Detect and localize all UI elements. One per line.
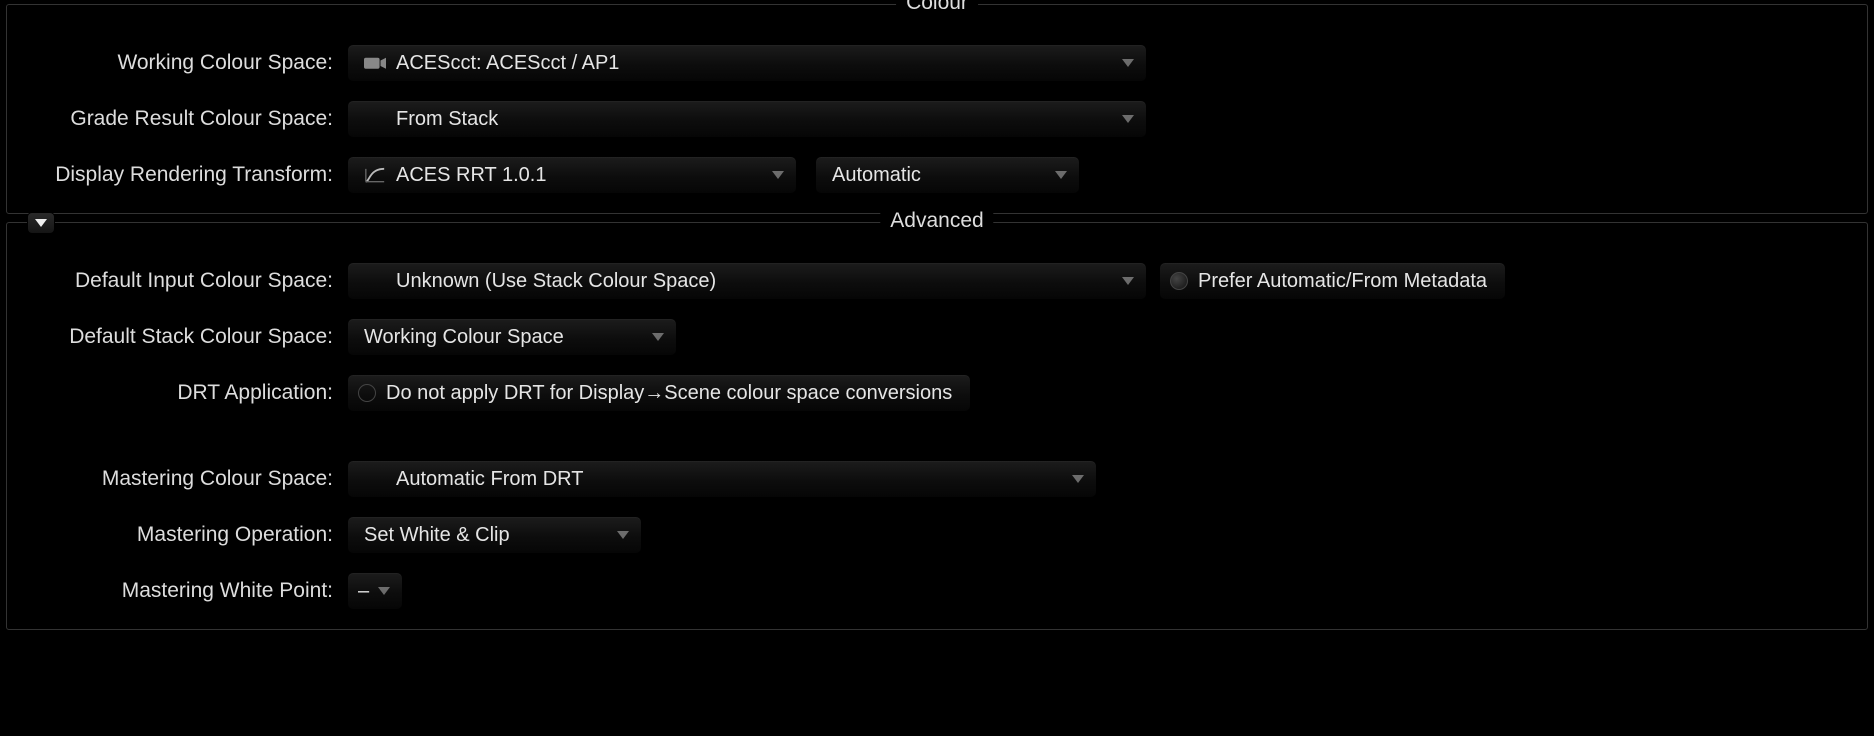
radio-icon — [358, 384, 376, 402]
colour-section: Colour Working Colour Space: ACEScct: AC… — [6, 4, 1868, 214]
grade-result-label: Grade Result Colour Space: — [7, 107, 347, 131]
row-default-stack: Default Stack Colour Space: Working Colo… — [7, 309, 1867, 365]
prefer-automatic-label: Prefer Automatic/From Metadata — [1198, 270, 1487, 293]
row-mastering-operation: Mastering Operation: Set White & Clip — [7, 507, 1867, 563]
chevron-down-icon — [1055, 171, 1067, 179]
mastering-operation-dropdown[interactable]: Set White & Clip — [347, 516, 642, 554]
drt-mode-dropdown[interactable]: Automatic — [815, 156, 1080, 194]
grade-result-value: From Stack — [396, 108, 1106, 131]
row-grade-result: Grade Result Colour Space: From Stack — [7, 91, 1867, 147]
mastering-colour-space-dropdown[interactable]: Automatic From DRT — [347, 460, 1097, 498]
default-input-label: Default Input Colour Space: — [7, 269, 347, 293]
advanced-legend: Advanced — [880, 209, 993, 233]
mastering-colour-space-value: Automatic From DRT — [396, 468, 1056, 491]
drt-application-label: DRT Application: — [7, 381, 347, 405]
chevron-down-icon — [1122, 115, 1134, 123]
row-display-rendering-transform: Display Rendering Transform: ACES RRT 1.… — [7, 147, 1867, 203]
row-default-input: Default Input Colour Space: Unknown (Use… — [7, 253, 1867, 309]
chevron-down-icon — [617, 531, 629, 539]
mastering-white-point-value: – — [358, 580, 374, 603]
chevron-down-icon — [772, 171, 784, 179]
mastering-colour-space-label: Mastering Colour Space: — [7, 467, 347, 491]
row-mastering-white-point: Mastering White Point: – — [7, 563, 1867, 619]
curve-icon — [364, 166, 386, 184]
mastering-operation-label: Mastering Operation: — [7, 523, 347, 547]
advanced-collapse-toggle[interactable] — [27, 212, 55, 234]
default-stack-dropdown[interactable]: Working Colour Space — [347, 318, 677, 356]
row-working-colour-space: Working Colour Space: ACEScct: ACEScct /… — [7, 35, 1867, 91]
row-mastering-colour-space: Mastering Colour Space: Automatic From D… — [7, 451, 1867, 507]
chevron-down-icon — [652, 333, 664, 341]
working-colour-space-value: ACEScct: ACEScct / AP1 — [396, 52, 1106, 75]
working-colour-space-label: Working Colour Space: — [7, 51, 347, 75]
chevron-down-icon — [378, 587, 390, 595]
chevron-down-icon — [35, 219, 47, 227]
colour-legend: Colour — [896, 0, 978, 15]
spacer-icon — [364, 110, 386, 128]
chevron-down-icon — [1122, 277, 1134, 285]
mastering-white-point-dropdown[interactable]: – — [347, 572, 403, 610]
grade-result-dropdown[interactable]: From Stack — [347, 100, 1147, 138]
camera-icon — [364, 54, 386, 72]
default-stack-label: Default Stack Colour Space: — [7, 325, 347, 349]
drt-application-toggle[interactable]: Do not apply DRT for Display→Scene colou… — [347, 374, 971, 412]
working-colour-space-dropdown[interactable]: ACEScct: ACEScct / AP1 — [347, 44, 1147, 82]
drt-dropdown[interactable]: ACES RRT 1.0.1 — [347, 156, 797, 194]
radio-icon — [1170, 272, 1188, 290]
advanced-section: Advanced Default Input Colour Space: Unk… — [6, 222, 1868, 630]
chevron-down-icon — [1072, 475, 1084, 483]
default-input-dropdown[interactable]: Unknown (Use Stack Colour Space) — [347, 262, 1147, 300]
mastering-white-point-label: Mastering White Point: — [7, 579, 347, 603]
chevron-down-icon — [1122, 59, 1134, 67]
drt-application-text: Do not apply DRT for Display→Scene colou… — [386, 382, 952, 405]
prefer-automatic-toggle[interactable]: Prefer Automatic/From Metadata — [1159, 262, 1506, 300]
default-input-value: Unknown (Use Stack Colour Space) — [396, 270, 1106, 293]
row-drt-application: DRT Application: Do not apply DRT for Di… — [7, 365, 1867, 421]
spacer-icon — [364, 470, 386, 488]
mastering-operation-value: Set White & Clip — [364, 524, 601, 547]
drt-label: Display Rendering Transform: — [7, 163, 347, 187]
spacer-icon — [364, 272, 386, 290]
drt-mode-value: Automatic — [832, 164, 1039, 187]
drt-value: ACES RRT 1.0.1 — [396, 164, 756, 187]
default-stack-value: Working Colour Space — [364, 326, 636, 349]
